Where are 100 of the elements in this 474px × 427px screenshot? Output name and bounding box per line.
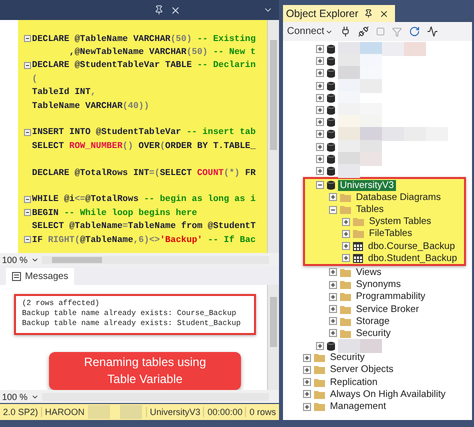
folder-icon <box>314 402 325 412</box>
expand-icon[interactable] <box>316 57 324 66</box>
scrollbar[interactable] <box>267 285 279 390</box>
collapse-icon[interactable] <box>24 209 31 216</box>
callout: Renaming tables using Table Variable <box>49 352 241 390</box>
status-text: 0 rows <box>245 407 279 417</box>
tree-item[interactable]: Server Objects <box>328 364 396 376</box>
expand-icon[interactable] <box>342 218 350 226</box>
expand-icon[interactable] <box>329 305 337 314</box>
tree-item[interactable]: Management <box>328 401 388 412</box>
expand-icon[interactable] <box>316 142 324 151</box>
code-line: TableId INT, <box>32 87 96 98</box>
code-line: SELECT @TableName=TableName from @StudentT <box>32 221 256 232</box>
tree-item[interactable]: Views <box>354 266 384 278</box>
folder-icon <box>353 217 364 226</box>
expand-icon[interactable] <box>316 154 324 163</box>
expand-icon[interactable] <box>329 329 337 338</box>
collapse-icon[interactable] <box>329 206 337 214</box>
expand-icon[interactable] <box>316 118 324 126</box>
collapse-icon[interactable] <box>316 181 324 190</box>
messages-icon <box>12 272 21 281</box>
zoom-level[interactable]: 100 % <box>2 254 28 264</box>
zoom-level[interactable]: 100 % <box>2 392 28 402</box>
expand-icon[interactable] <box>316 82 324 90</box>
collapse-icon[interactable] <box>24 236 31 244</box>
unplug-icon[interactable] <box>358 26 370 37</box>
scrollbar[interactable] <box>42 256 269 264</box>
collapse-icon[interactable] <box>24 35 31 42</box>
tree-item[interactable]: UniversityV3 <box>338 180 396 191</box>
collapse-icon[interactable] <box>24 62 31 69</box>
close-icon[interactable] <box>170 4 181 16</box>
expand-icon[interactable] <box>316 342 324 350</box>
code-line: WHILE @i<=@TotalRows -- begin as long as i <box>32 194 256 204</box>
tree-item[interactable]: Service Broker <box>354 304 421 315</box>
expand-icon[interactable] <box>303 402 311 411</box>
database-icon <box>327 180 335 190</box>
database-icon <box>327 117 335 128</box>
expand-icon[interactable] <box>329 268 337 276</box>
database-icon <box>327 154 335 164</box>
expand-icon[interactable] <box>303 378 311 386</box>
redacted-text <box>88 405 110 419</box>
code-line: ( <box>32 74 38 84</box>
expand-icon[interactable] <box>316 130 324 138</box>
expand-icon[interactable] <box>329 317 337 326</box>
expand-icon[interactable] <box>303 354 311 362</box>
database-icon <box>327 44 335 54</box>
close-icon[interactable] <box>379 8 390 18</box>
expand-icon[interactable] <box>316 69 324 78</box>
table-icon <box>353 254 363 263</box>
folder-icon <box>340 292 351 302</box>
folder-icon <box>314 353 325 362</box>
expand-icon[interactable] <box>316 94 324 102</box>
database-icon <box>327 56 335 66</box>
expand-icon[interactable] <box>316 106 324 114</box>
panel-tab[interactable]: Object Explorer <box>283 5 396 22</box>
code-line: INSERT INTO @StudentTableVar -- insert tab <box>32 127 256 138</box>
collapse-icon[interactable] <box>24 196 31 203</box>
activity-icon[interactable] <box>427 26 438 37</box>
database-icon <box>327 129 335 140</box>
collapse-icon[interactable] <box>24 128 31 136</box>
tree-item[interactable]: dbo.Course_Backup <box>366 240 457 252</box>
expand-icon[interactable] <box>316 45 324 54</box>
tree-item[interactable]: Always On High Availability <box>328 388 448 400</box>
tree-item[interactable]: Programmability <box>354 291 428 302</box>
tree-item[interactable]: Tables <box>354 204 386 216</box>
expand-icon[interactable] <box>342 254 350 262</box>
tree-item[interactable]: Storage <box>354 316 392 327</box>
expand-icon[interactable] <box>303 366 311 374</box>
folder-icon <box>314 378 325 387</box>
tree-item[interactable]: Security <box>354 328 393 339</box>
tree-item[interactable]: FileTables <box>367 228 414 240</box>
pin-icon[interactable] <box>154 5 164 15</box>
expand-icon[interactable] <box>342 230 350 238</box>
messages-tab[interactable]: Messages <box>6 268 74 285</box>
expand-icon[interactable] <box>342 242 350 250</box>
expand-icon[interactable] <box>329 193 337 202</box>
database-icon <box>327 142 335 152</box>
expand-icon[interactable] <box>329 280 337 289</box>
database-icon <box>327 105 335 116</box>
code-line: IF RIGHT(@TableName,6)<>'Backup' -- If Bac <box>32 234 256 245</box>
tree-item[interactable]: Replication <box>328 376 380 388</box>
expand-icon[interactable] <box>316 166 324 175</box>
tree-item[interactable]: Security <box>328 352 367 364</box>
status-text: UniversityV3 <box>146 407 204 417</box>
folder-icon <box>340 316 351 326</box>
tree-item[interactable]: System Tables <box>367 216 434 228</box>
scrollbar[interactable] <box>267 20 279 253</box>
tree-item[interactable]: Synonyms <box>354 279 403 290</box>
database-icon <box>327 92 335 103</box>
connect-button[interactable]: Connect <box>287 26 334 37</box>
tree-item[interactable]: dbo.Student_Backup <box>366 252 460 264</box>
tree-item[interactable]: Database Diagrams <box>354 192 443 203</box>
refresh-icon[interactable] <box>409 26 420 37</box>
expand-icon[interactable] <box>303 390 311 398</box>
folder-icon <box>340 304 351 314</box>
code-editor[interactable] <box>18 20 267 253</box>
plug-icon[interactable] <box>340 26 352 37</box>
expand-icon[interactable] <box>329 292 337 301</box>
database-icon <box>327 80 335 91</box>
pin-icon[interactable] <box>364 9 374 18</box>
